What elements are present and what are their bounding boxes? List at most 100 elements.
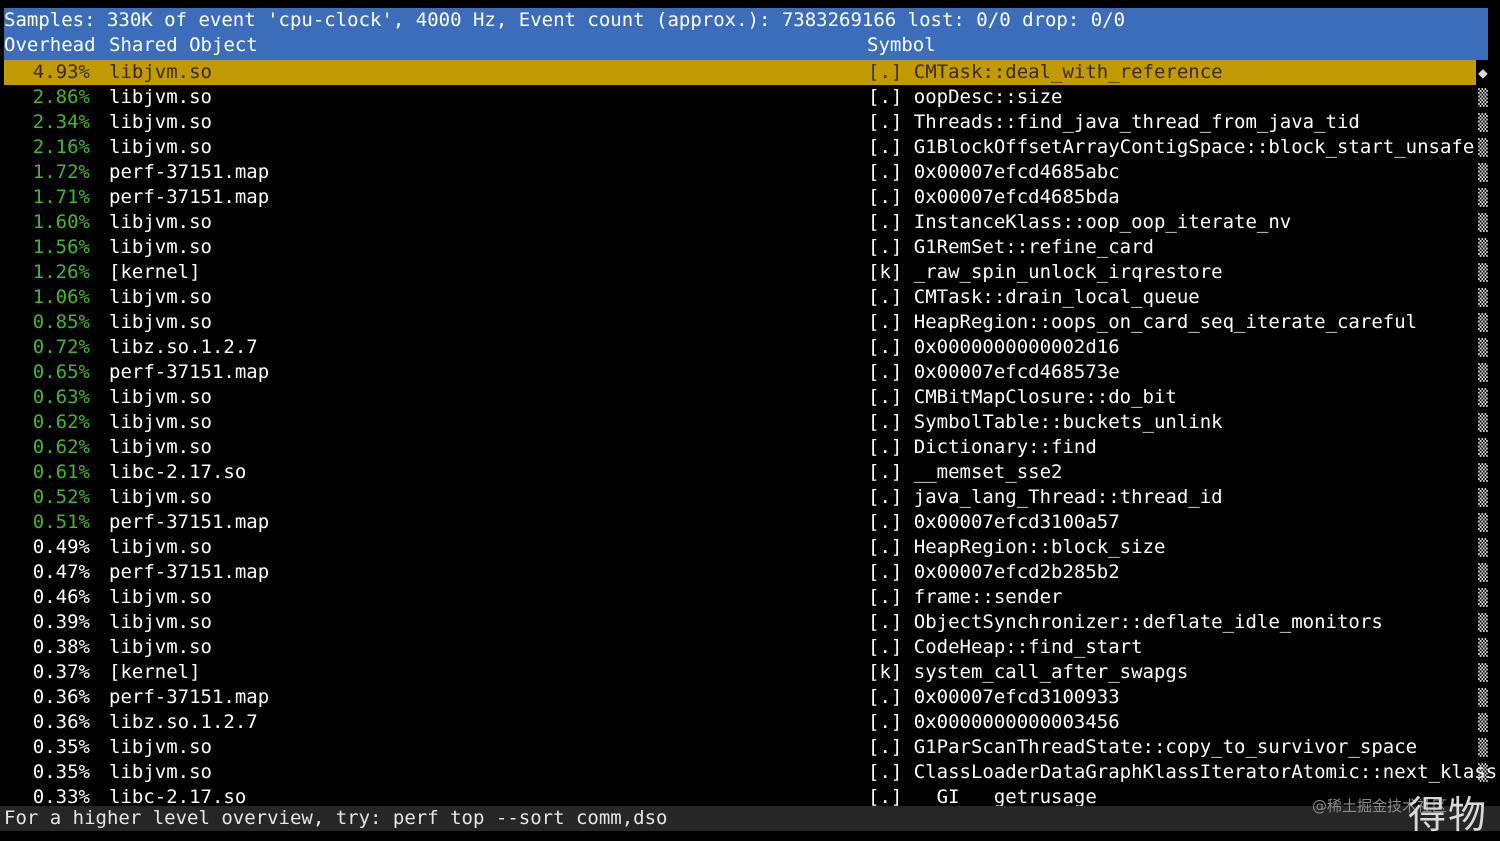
table-row[interactable]: 0.46% libjvm.so [.] frame::sender ▒ [4,585,1500,610]
scrollbar-track-icon[interactable]: ▒ [1476,210,1490,235]
shared-object-value: libjvm.so [109,536,212,558]
scrollbar-track-icon[interactable]: ▒ [1476,435,1490,460]
overhead-value: 0.52% [32,486,90,508]
table-row[interactable]: 0.36% libz.so.1.2.7 [.] 0x0000000000003456… [4,710,1500,735]
shared-object-value: libjvm.so [109,311,212,333]
symbol-value: [.] CMTask::deal_with_reference [868,61,1223,83]
scrollbar-track-icon[interactable]: ▒ [1476,735,1490,760]
samples-summary: Samples: 330K of event 'cpu-clock', 4000… [4,9,1126,31]
shared-object-value: perf-37151.map [109,161,270,183]
table-row[interactable]: 0.85% libjvm.so [.] HeapRegion::oops_on_ca… [4,310,1500,335]
symbol-value: [.] 0x0000000000003456 [868,711,1120,733]
overhead-value: 0.62% [32,436,90,458]
scrollbar-track-icon[interactable]: ▒ [1476,185,1490,210]
sample-table: 4.93%libjvm.so [.] CMTask::deal_with_refe… [4,60,1500,810]
scrollbar-track-icon[interactable]: ▒ [1476,385,1490,410]
scrollbar-track-icon[interactable]: ▒ [1476,360,1490,385]
scrollbar-track-icon[interactable]: ▒ [1476,285,1490,310]
symbol-value: [.] oopDesc::size [868,86,1063,108]
symbol-value: [.] frame::sender [868,586,1063,608]
scrollbar-track-icon[interactable]: ▒ [1476,535,1490,560]
scrollbar-track-icon[interactable]: ▒ [1476,685,1490,710]
scrollbar-track-icon[interactable]: ▒ [1476,85,1490,110]
table-row[interactable]: 1.72% perf-37151.map [.] 0x00007efcd4685ab… [4,160,1500,185]
table-row[interactable]: 0.62% libjvm.so [.] SymbolTable::buckets_u… [4,410,1500,435]
scrollbar-track-icon[interactable]: ▒ [1476,410,1490,435]
scrollbar-track-icon[interactable]: ▒ [1476,310,1490,335]
scrollbar-track-icon[interactable]: ▒ [1476,160,1490,185]
table-row[interactable]: 0.65% perf-37151.map [.] 0x00007efcd468573… [4,360,1500,385]
scrollbar-track-icon[interactable]: ▒ [1476,710,1490,735]
symbol-value: [.] CodeHeap::find_start [868,636,1143,658]
shared-object-value: perf-37151.map [109,186,270,208]
scrollbar-track-icon[interactable]: ▒ [1476,110,1490,135]
scrollbar-track-icon[interactable]: ▒ [1476,610,1490,635]
table-row[interactable]: 0.36% perf-37151.map [.] 0x00007efcd310093… [4,685,1500,710]
table-row[interactable]: 1.56% libjvm.so [.] G1RemSet::refine_card ▒ [4,235,1500,260]
table-row[interactable]: 1.26% [kernel] [k] _raw_spin_unlock_irqres… [4,260,1500,285]
overhead-value: 0.35% [32,736,90,758]
shared-object-value: libjvm.so [109,761,212,783]
table-row[interactable]: 2.86% libjvm.so [.] oopDesc::size ▒ [4,85,1500,110]
overhead-value: 0.63% [32,386,90,408]
shared-object-value: libjvm.so [109,611,212,633]
overhead-value: 0.36% [32,686,90,708]
symbol-value: [.] G1ParScanThreadState::copy_to_surviv… [868,736,1418,758]
scrollbar-track-icon[interactable]: ▒ [1476,260,1490,285]
scrollbar-track-icon[interactable]: ▒ [1476,485,1490,510]
overhead-value: 0.61% [32,461,90,483]
scrollbar-track-icon[interactable]: ▒ [1476,135,1490,160]
table-row[interactable]: 1.06% libjvm.so [.] CMTask::drain_local_qu… [4,285,1500,310]
symbol-value: [k] _raw_spin_unlock_irqrestore [868,261,1223,283]
shared-object-value: libjvm.so [109,636,212,658]
symbol-value: [.] InstanceKlass::oop_oop_iterate_nv [868,211,1292,233]
column-header-overhead[interactable]: Overhead [4,33,96,58]
table-row[interactable]: 1.60% libjvm.so [.] InstanceKlass::oop_oop… [4,210,1500,235]
shared-object-value: [kernel] [109,261,201,283]
table-row[interactable]: 2.34% libjvm.so [.] Threads::find_java_thr… [4,110,1500,135]
scrollbar-track-icon[interactable]: ▒ [1476,660,1490,685]
column-header-symbol[interactable]: Symbol [867,33,936,58]
table-row[interactable]: 0.35% libjvm.so [.] G1ParScanThreadState::… [4,735,1500,760]
overhead-value: 4.93% [32,61,90,83]
table-row[interactable]: 0.38% libjvm.so [.] CodeHeap::find_start ▒ [4,635,1500,660]
symbol-value: [.] 0x00007efcd4685abc [868,161,1120,183]
shared-object-value: libjvm.so [109,386,212,408]
scrollbar-track-icon[interactable]: ▒ [1476,460,1490,485]
shared-object-value: libjvm.so [109,236,212,258]
symbol-value: [.] java_lang_Thread::thread_id [868,486,1223,508]
symbol-value: [.] 0x00007efcd468573e [868,361,1120,383]
table-row[interactable]: 0.61% libc-2.17.so [.] __memset_sse2 ▒ [4,460,1500,485]
scrollbar-thumb-icon[interactable]: ◆ [1476,60,1490,85]
table-row-selected[interactable]: 4.93% libjvm.so [.] CMTask::deal_with_refe… [4,60,1488,85]
shared-object-value: libjvm.so [109,436,212,458]
overhead-value: 0.46% [32,586,90,608]
column-header-shared-object[interactable]: Shared Object [109,33,258,58]
scrollbar-track-icon[interactable]: ▒ [1476,760,1490,785]
scrollbar-track-icon[interactable]: ▒ [1476,635,1490,660]
report-header: Samples: 330K of event 'cpu-clock', 4000… [4,8,1488,60]
table-row[interactable]: 1.71% perf-37151.map [.] 0x00007efcd4685bd… [4,185,1500,210]
table-row[interactable]: 0.52% libjvm.so [.] java_lang_Thread::thre… [4,485,1500,510]
status-bar: For a higher level overview, try: perf t… [0,806,1500,831]
table-row[interactable]: 0.72% libz.so.1.2.7 [.] 0x0000000000002d16… [4,335,1500,360]
scrollbar-track-icon[interactable]: ▒ [1476,510,1490,535]
shared-object-value: libjvm.so [109,586,212,608]
table-row[interactable]: 2.16% libjvm.so [.] G1BlockOffsetArrayCont… [4,135,1500,160]
overhead-value: 0.38% [32,636,90,658]
table-row[interactable]: 0.51% perf-37151.map [.] 0x00007efcd3100a5… [4,510,1500,535]
scrollbar-track-icon[interactable]: ▒ [1476,335,1490,360]
table-row[interactable]: 0.49% libjvm.so [.] HeapRegion::block_size… [4,535,1500,560]
table-row[interactable]: 0.63% libjvm.so [.] CMBitMapClosure::do_bi… [4,385,1500,410]
symbol-value: [.] Threads::find_java_thread_from_java_… [868,111,1360,133]
table-row[interactable]: 0.37% [kernel] [k] system_call_after_swapg… [4,660,1500,685]
scrollbar-track-icon[interactable]: ▒ [1476,560,1490,585]
table-row[interactable]: 0.35% libjvm.so [.] ClassLoaderDataGraphKl… [4,760,1500,785]
scrollbar-track-icon[interactable]: ▒ [1476,235,1490,260]
table-row[interactable]: 0.62% libjvm.so [.] Dictionary::find ▒ [4,435,1500,460]
table-row[interactable]: 0.47% perf-37151.map [.] 0x00007efcd2b285b… [4,560,1500,585]
scrollbar-track-icon[interactable]: ▒ [1476,585,1490,610]
shared-object-value: libz.so.1.2.7 [109,336,258,358]
table-row[interactable]: 0.39% libjvm.so [.] ObjectSynchronizer::de… [4,610,1500,635]
overhead-value: 1.26% [32,261,90,283]
